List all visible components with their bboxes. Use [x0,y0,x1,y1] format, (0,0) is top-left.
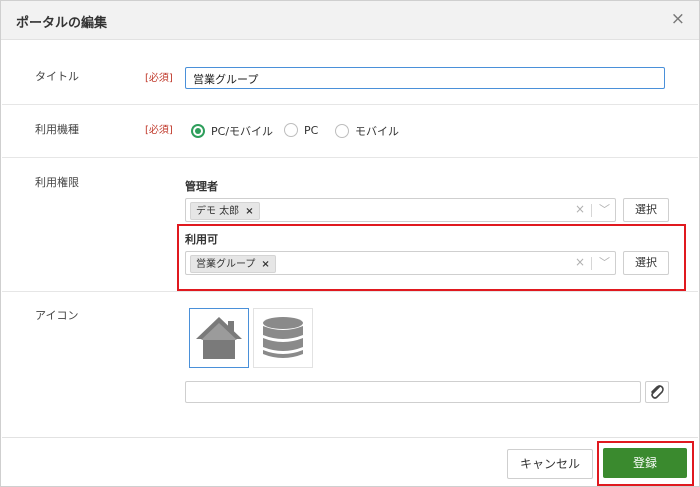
portal-edit-dialog: ポータルの編集 × タイトル [必須] 営業グループ 利用機種 [必須] PC/… [0,0,700,487]
admin-chip-label: デモ 太郎 [196,205,240,217]
chevron-down-icon[interactable]: ﹀ [599,201,610,217]
admins-select-button[interactable]: 選択 [623,198,669,222]
radio-pc-mobile-label: PC/モバイル [211,125,274,138]
register-button[interactable]: 登録 [603,448,687,478]
clear-icon[interactable]: × [575,255,585,269]
title-required-badge: [必須] [145,73,173,84]
attach-button[interactable] [645,381,669,403]
device-required-badge: [必須] [145,125,173,136]
users-select-button[interactable]: 選択 [623,251,669,275]
radio-pc-label: PC [304,123,319,137]
paperclip-icon [651,385,664,399]
user-chip: 営業グループ × [190,255,276,273]
title-input[interactable]: 営業グループ [185,67,665,89]
clear-icon[interactable]: × [575,202,585,216]
cancel-button[interactable]: キャンセル [507,449,593,479]
radio-mobile[interactable]: モバイル [335,123,399,139]
icon-file-input[interactable] [185,381,641,403]
dialog-title: ポータルの編集 [16,16,108,31]
dialog-header: ポータルの編集 × [1,1,699,40]
remove-chip-icon[interactable]: × [245,204,253,219]
admins-select[interactable]: デモ 太郎 × × ﹀ [185,198,616,222]
radio-unselected-icon [335,124,349,138]
database-icon [263,317,303,358]
chevron-down-icon[interactable]: ﹀ [599,254,610,270]
radio-pc-mobile[interactable]: PC/モバイル [191,123,273,139]
users-title: 利用可 [185,233,218,246]
radio-pc[interactable]: PC [284,123,318,137]
home-icon [196,317,242,359]
device-label: 利用機種 [35,123,79,136]
admin-chip: デモ 太郎 × [190,202,260,220]
icon-label: アイコン [35,309,79,322]
user-chip-label: 営業グループ [196,258,256,270]
divider [2,291,698,292]
users-select[interactable]: 営業グループ × × ﹀ [185,251,616,275]
divider [591,204,592,217]
title-label: タイトル [35,70,79,83]
radio-unselected-icon [284,123,298,137]
radio-selected-icon [191,124,205,138]
footer-divider [2,437,698,438]
close-icon[interactable]: × [671,10,685,28]
home-icon-option[interactable] [189,308,249,368]
remove-chip-icon[interactable]: × [261,257,269,272]
database-icon-option[interactable] [253,308,313,368]
divider [2,104,698,105]
permission-label: 利用権限 [35,176,79,189]
divider [2,157,698,158]
admins-title: 管理者 [185,180,218,193]
divider [591,257,592,270]
radio-mobile-label: モバイル [355,125,399,138]
